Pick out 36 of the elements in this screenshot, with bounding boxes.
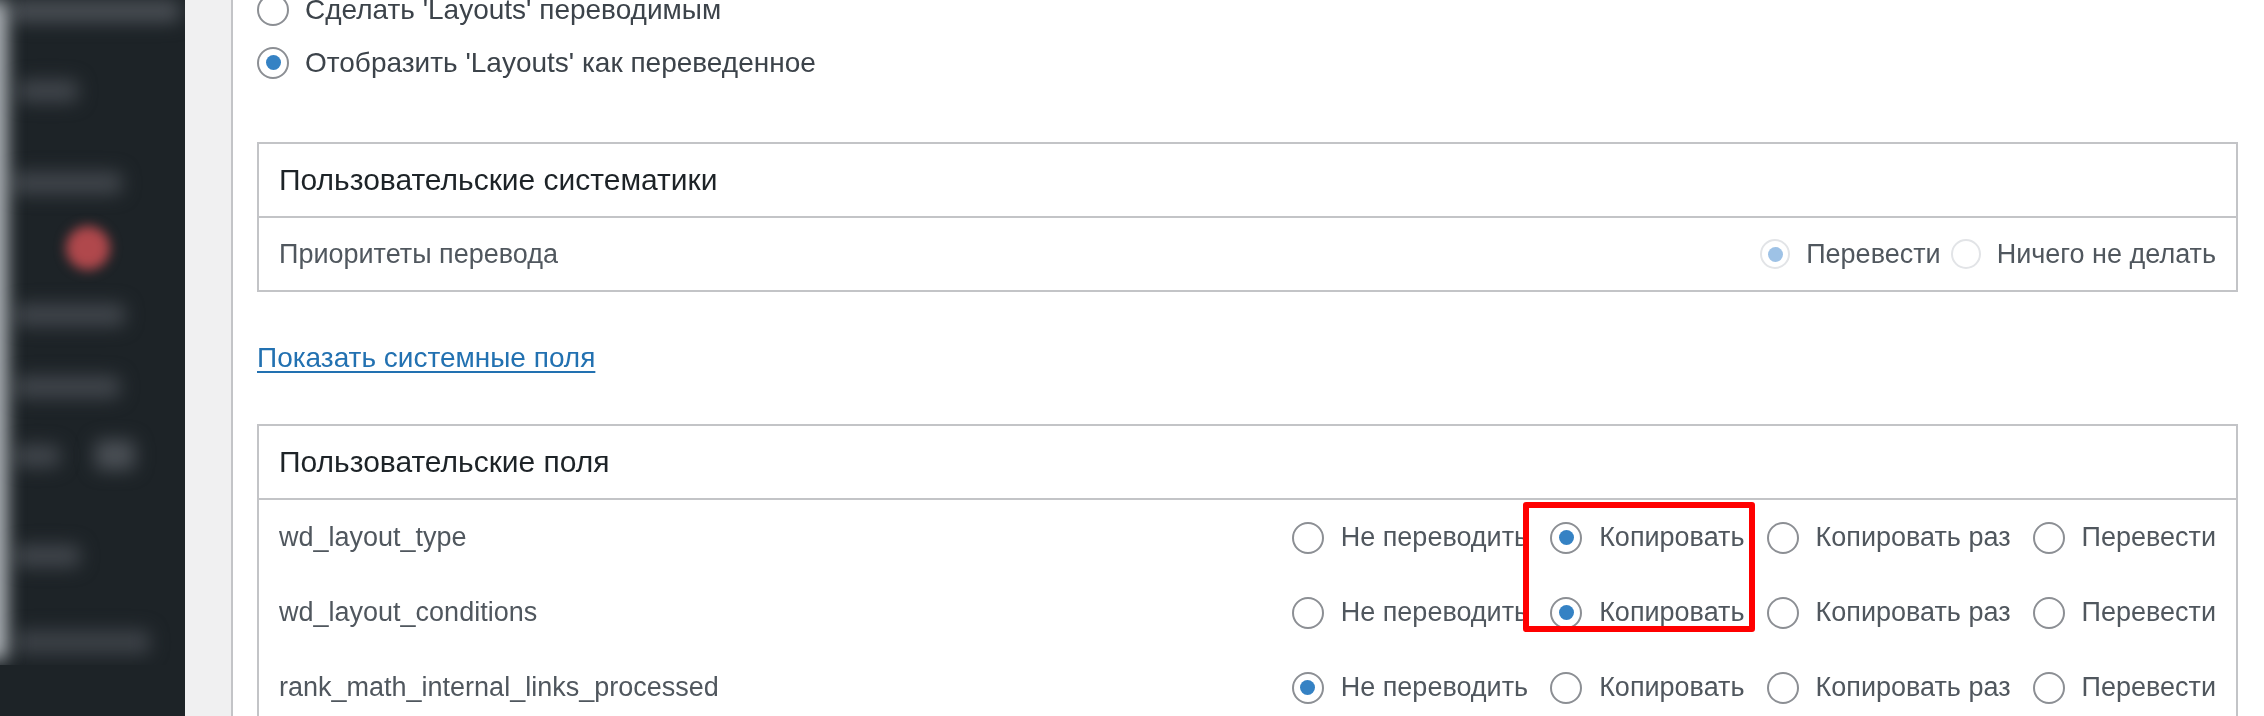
radio-button[interactable] [1550,596,1583,629]
radio-button[interactable] [2032,521,2065,554]
radio-label: Копировать раз [1815,597,2011,628]
radio-button[interactable] [1291,521,1324,554]
setting-name: Приоритеты перевода [279,238,558,270]
radio-label: Не переводить [1340,672,1529,703]
radio-button[interactable] [2032,596,2065,629]
table-title: Пользовательские поля [279,445,610,479]
radio-label: Копировать [1599,672,1745,703]
radio-label: Копировать раз [1815,522,2011,553]
field-name: rank_math_internal_links_processed [279,672,719,703]
show-system-fields-link[interactable]: Показать системные поля [257,342,596,374]
radio-button[interactable] [1291,671,1324,704]
field-name: wd_layout_type [279,522,467,553]
radio-label: Отобразить 'Layouts' как переведенное [305,46,816,79]
radio-button[interactable] [1550,671,1583,704]
radio-button[interactable] [1550,521,1583,554]
radio-label: Копировать [1599,522,1745,553]
radio-button[interactable] [2032,671,2065,704]
radio-label: Перевести [2081,597,2216,628]
field-name: wd_layout_conditions [279,597,538,628]
radio-label: Перевести [1806,238,1941,270]
radio-button[interactable] [257,0,289,26]
radio-button[interactable] [1766,671,1799,704]
radio-label: Не переводить [1340,522,1529,553]
radio-button[interactable] [1766,596,1799,629]
table-title: Пользовательские систематики [279,163,718,197]
radio-button[interactable] [1291,596,1324,629]
radio-label: Перевести [2081,672,2216,703]
radio-button[interactable] [257,46,289,79]
radio-label: Копировать [1599,597,1745,628]
radio-button[interactable] [1766,521,1799,554]
radio-label: Перевести [2081,522,2216,553]
radio-label: Не переводить [1340,597,1529,628]
radio-label: Копировать раз [1815,672,2011,703]
radio-label: Ничего не делать [1996,238,2216,270]
